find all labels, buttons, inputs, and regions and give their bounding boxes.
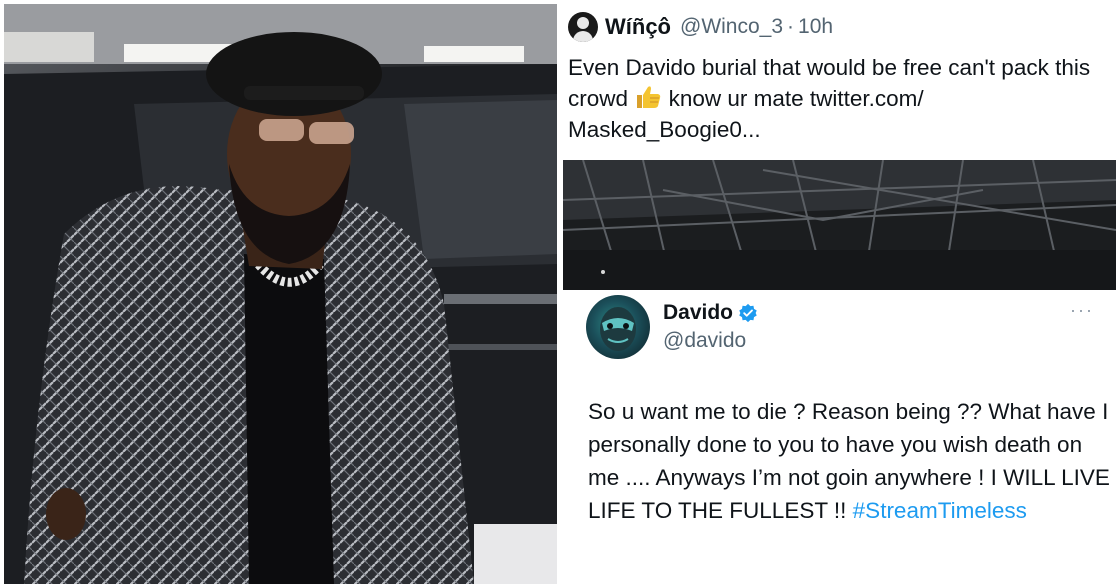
- tweet-text: Even Davido burial that would be free ca…: [568, 52, 1113, 145]
- tweet-media-image[interactable]: [563, 160, 1116, 290]
- profile-photo: [4, 4, 557, 584]
- hashtag-link[interactable]: #StreamTimeless: [853, 498, 1027, 523]
- tweet-winco[interactable]: Wíñçô @Winco_3 · 10h Even Davido burial …: [562, 0, 1118, 160]
- user-handle[interactable]: @davido: [663, 329, 746, 353]
- column-divider: [559, 0, 561, 588]
- separator-dot: ·: [787, 15, 795, 38]
- photo-illustration: [4, 4, 557, 584]
- display-name[interactable]: Wíñçô: [605, 14, 671, 40]
- more-options-icon[interactable]: ···: [1070, 301, 1094, 319]
- avatar[interactable]: [568, 12, 598, 42]
- tweet-davido[interactable]: Davido @davido ··· So u want me to die ?…: [562, 291, 1118, 586]
- display-name[interactable]: Davido: [663, 301, 733, 325]
- thumbs-up-icon: [637, 86, 661, 108]
- tweet-body: So u want me to die ? Reason being ?? Wh…: [588, 399, 1110, 523]
- masked-face-icon: [600, 307, 636, 351]
- timestamp[interactable]: 10h: [798, 15, 833, 39]
- user-handle[interactable]: @Winco_3: [680, 15, 783, 39]
- verified-badge-icon: [739, 303, 757, 323]
- tweet-header: Wíñçô @Winco_3 · 10h: [568, 12, 833, 42]
- name-row: Davido: [663, 301, 758, 325]
- avatar[interactable]: [586, 295, 650, 359]
- arena-roof-image: [563, 160, 1116, 290]
- tweet-text: So u want me to die ? Reason being ?? Wh…: [588, 395, 1113, 527]
